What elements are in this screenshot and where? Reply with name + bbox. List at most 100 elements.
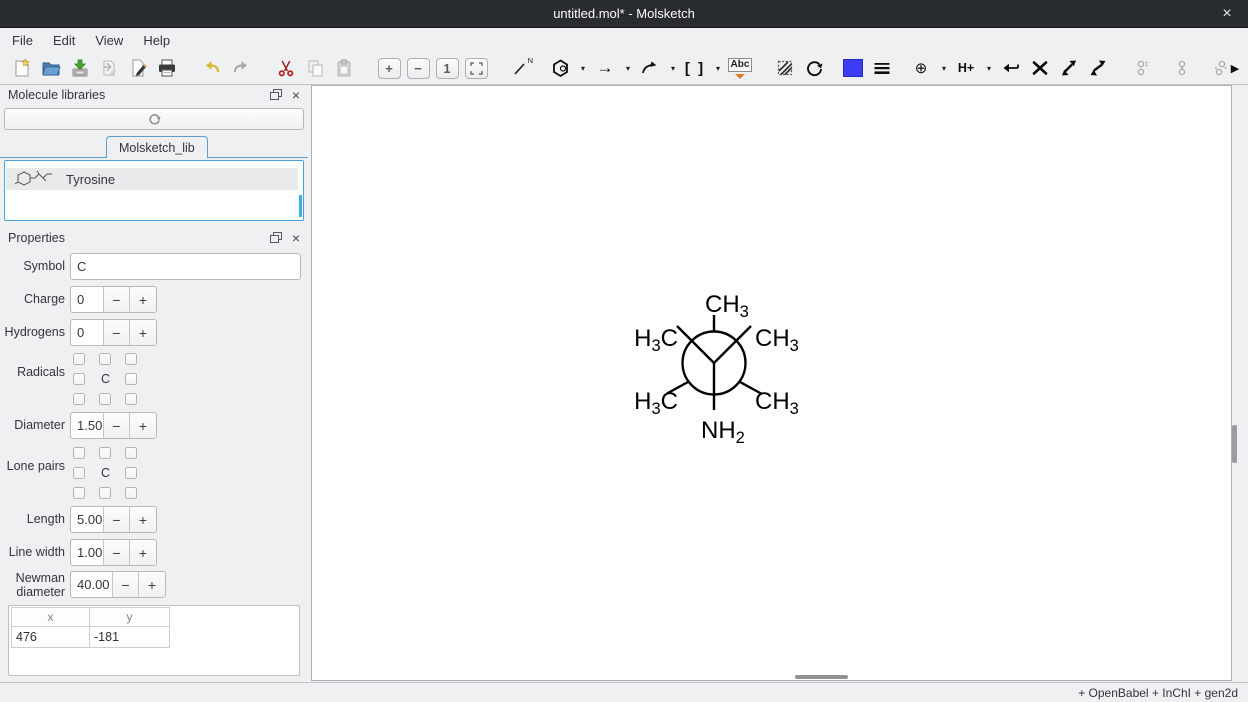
export-icon[interactable] [126,55,150,81]
tab-molsketch-lib[interactable]: Molsketch_lib [106,136,208,158]
line-width-value[interactable]: 1.00 [71,540,104,565]
hydrogen-tool-dropdown[interactable]: ▾ [983,55,995,81]
library-scrollbar-thumb[interactable] [299,195,302,217]
flip-horizontal-tool[interactable] [1057,55,1081,81]
draw-bond-tool[interactable]: N [509,55,533,81]
newman-projection-molecule[interactable]: CH3 H3C CH3 H3C CH3 NH2 [590,280,840,452]
menu-edit[interactable]: Edit [43,30,85,51]
bracket-tool-dropdown[interactable]: ▾ [712,55,724,81]
symbol-input[interactable] [70,253,301,280]
cell-x[interactable]: 476 [11,627,90,648]
charge-decrement-button[interactable]: − [104,287,130,312]
reaction-arrow-dropdown[interactable]: ▾ [622,55,634,81]
redo-icon[interactable] [229,55,253,81]
hydrogens-decrement-button[interactable]: − [104,320,130,345]
charge-value[interactable]: 0 [71,287,104,312]
menu-file[interactable]: File [2,30,43,51]
electron-tool-1[interactable] [1131,55,1155,81]
canvas-horizontal-scrollbar-thumb[interactable] [795,675,848,679]
line-width-tool[interactable] [870,55,894,81]
toolbar-extension-button[interactable]: ▶ [1227,56,1243,80]
reaction-arrow-tool[interactable]: → [593,55,617,81]
undo-icon[interactable] [200,55,224,81]
text-tool[interactable]: Abc [728,55,752,81]
zoom-fit-icon[interactable] [464,55,488,81]
electron-tool-2[interactable] [1170,55,1194,81]
ring-tool-dropdown[interactable]: ▾ [577,55,589,81]
cut-icon[interactable] [274,55,298,81]
zoom-in-icon[interactable]: + [377,55,401,81]
rotate-tool[interactable] [802,55,826,81]
mechanism-arrow-tool[interactable] [638,55,662,81]
newman-diameter-increment-button[interactable]: + [139,572,165,597]
copy-icon[interactable] [303,55,327,81]
ring-tool[interactable] [548,55,572,81]
radicals-center-atom: C [101,372,110,386]
zoom-original-icon[interactable]: 1 [435,55,459,81]
lone-pair-checkbox-se[interactable] [125,487,137,499]
list-item-tyrosine[interactable]: Tyrosine [6,168,298,190]
properties-panel-float-icon[interactable] [270,234,280,243]
length-increment-button[interactable]: + [130,507,156,532]
cell-y[interactable]: -181 [89,627,170,648]
radical-checkbox-s[interactable] [99,393,111,405]
lone-pair-checkbox-nw[interactable] [73,447,85,459]
diameter-decrement-button[interactable]: − [104,413,130,438]
diameter-increment-button[interactable]: + [130,413,156,438]
delete-tool[interactable] [1028,55,1052,81]
charge-tool-dropdown[interactable]: ▾ [938,55,950,81]
print-icon[interactable] [155,55,179,81]
hatch-selection-tool[interactable] [773,55,797,81]
newman-diameter-value[interactable]: 40.00 [71,572,113,597]
library-panel-float-icon[interactable] [270,91,280,100]
properties-panel-close-icon[interactable]: × [292,233,300,243]
lone-pair-checkbox-n[interactable] [99,447,111,459]
new-file-icon[interactable] [10,55,34,81]
menu-help[interactable]: Help [133,30,180,51]
lone-pairs-label: Lone pairs [0,459,65,473]
length-decrement-button[interactable]: − [104,507,130,532]
library-panel-close-icon[interactable]: × [292,90,300,100]
lone-pair-checkbox-sw[interactable] [73,487,85,499]
library-refresh-button[interactable] [4,108,304,130]
bracket-tool[interactable]: [ ] [683,55,707,81]
zoom-out-icon[interactable]: − [406,55,430,81]
charge-tool[interactable]: ⊕ [909,55,933,81]
hydrogens-increment-button[interactable]: + [130,320,156,345]
lone-pair-checkbox-w[interactable] [73,467,85,479]
radical-checkbox-sw[interactable] [73,393,85,405]
library-tab-bar: Molsketch_lib [0,136,308,158]
radical-checkbox-nw[interactable] [73,353,85,365]
properties-panel-header: Properties × [0,228,308,248]
connect-tool[interactable] [999,55,1023,81]
properties-panel: Properties × Symbol Charge 0 − + Hydroge… [0,228,308,681]
open-file-icon[interactable] [39,55,63,81]
newman-diameter-decrement-button[interactable]: − [113,572,139,597]
flip-vertical-tool[interactable] [1086,55,1110,81]
window-close-button[interactable]: × [1216,3,1238,25]
lone-pair-checkbox-e[interactable] [125,467,137,479]
length-value[interactable]: 5.00 [71,507,104,532]
radical-checkbox-ne[interactable] [125,353,137,365]
window-title: untitled.mol* - Molsketch [553,6,695,21]
paste-icon[interactable] [332,55,356,81]
refresh-icon [147,112,161,126]
radical-checkbox-se[interactable] [125,393,137,405]
line-width-increment-button[interactable]: + [130,540,156,565]
save-icon[interactable] [68,55,92,81]
lone-pair-checkbox-ne[interactable] [125,447,137,459]
charge-increment-button[interactable]: + [130,287,156,312]
mechanism-arrow-dropdown[interactable]: ▾ [667,55,679,81]
hydrogen-tool[interactable]: H+ [954,55,978,81]
save-as-icon[interactable] [97,55,121,81]
radical-checkbox-e[interactable] [125,373,137,385]
hydrogens-value[interactable]: 0 [71,320,104,345]
color-picker-swatch[interactable] [841,55,865,81]
line-width-decrement-button[interactable]: − [104,540,130,565]
canvas-vertical-scrollbar-thumb[interactable] [1232,425,1237,463]
menu-view[interactable]: View [85,30,133,51]
diameter-value[interactable]: 1.50 [71,413,104,438]
radical-checkbox-n[interactable] [99,353,111,365]
lone-pair-checkbox-s[interactable] [99,487,111,499]
radical-checkbox-w[interactable] [73,373,85,385]
